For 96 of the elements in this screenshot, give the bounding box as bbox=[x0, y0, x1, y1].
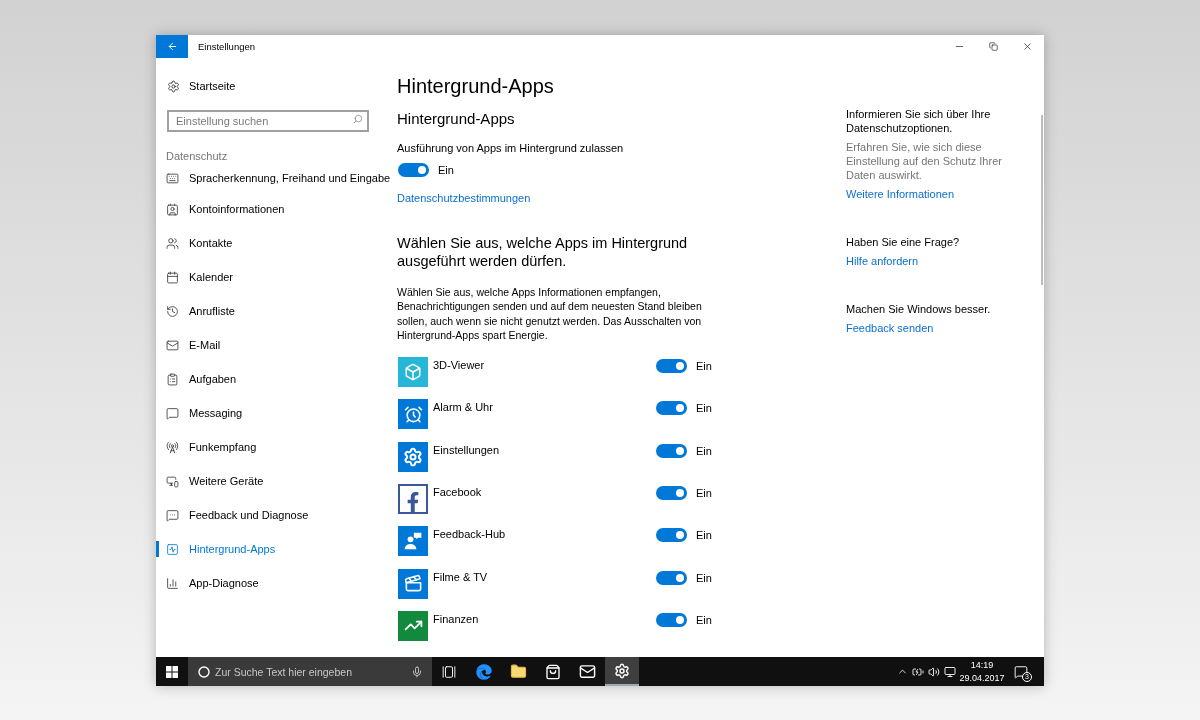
toggle-switch[interactable] bbox=[398, 163, 429, 177]
sidebar-item[interactable]: Kalender bbox=[166, 268, 234, 286]
f-logo-icon bbox=[398, 484, 428, 515]
info-heading: Haben Sie eine Frage? bbox=[846, 235, 960, 249]
sidebar-item[interactable]: E-Mail bbox=[166, 336, 221, 354]
person-speech-icon bbox=[398, 526, 428, 557]
sidebar-item[interactable]: App-Diagnose bbox=[166, 574, 259, 592]
browser-e-icon bbox=[475, 663, 492, 680]
toggle-state-label: Ein bbox=[696, 359, 712, 374]
toggle-switch[interactable] bbox=[656, 401, 687, 416]
app-name: 3D-Viewer bbox=[433, 358, 486, 373]
sidebar-item[interactable]: Spracherkennung, Freihand und Eingabe bbox=[166, 170, 391, 187]
description-text: Wählen Sie aus, welche Apps Informationen empfangen, Benachrichtigungen senden und auf dem neuesten Stand bleiben sollen, auch wenn sie nicht genutzt werden. Das Ausschalten von Hintergrund-Apps spart Energie. bbox=[397, 285, 703, 343]
sidebar-item[interactable]: Messaging bbox=[166, 404, 243, 422]
info-link[interactable]: Feedback senden bbox=[846, 321, 934, 335]
toggle-state-label: Ein bbox=[696, 570, 712, 585]
clock-time[interactable]: 14:19 bbox=[970, 658, 994, 672]
info-link[interactable]: Hilfe anfordern bbox=[846, 254, 919, 268]
scrollbar-thumb[interactable] bbox=[1041, 115, 1043, 285]
toggle-switch[interactable] bbox=[656, 443, 687, 458]
search-icon bbox=[353, 114, 363, 124]
shopping-bag-icon bbox=[544, 663, 561, 680]
home-link[interactable]: Startseite bbox=[167, 77, 236, 95]
ring-icon bbox=[198, 665, 210, 678]
sidebar-item[interactable]: Anrufliste bbox=[166, 302, 235, 320]
battery-icon bbox=[912, 665, 924, 678]
info-heading: Informieren Sie sich über Ihre Datenschutzoptionen. bbox=[846, 107, 992, 135]
microphone-icon bbox=[411, 665, 423, 678]
info-heading: Machen Sie Windows besser. bbox=[846, 302, 991, 316]
speech-bubble-icon bbox=[166, 508, 179, 522]
alarm-clock-icon bbox=[398, 399, 428, 430]
bar-chart-icon bbox=[166, 576, 179, 590]
keyboard-icon bbox=[166, 172, 179, 185]
toggle-state-label: Ein bbox=[696, 486, 712, 501]
settings-icon bbox=[167, 79, 180, 93]
toggle-switch[interactable] bbox=[656, 612, 687, 627]
sidebar-item[interactable]: Weitere Geräte bbox=[166, 472, 264, 490]
people-icon bbox=[166, 236, 179, 250]
radio-tower-icon bbox=[166, 440, 179, 454]
section-heading: Wählen Sie aus, welche Apps im Hintergrund ausgeführt werden dürfen. bbox=[397, 234, 689, 270]
mail-icon bbox=[578, 663, 596, 680]
clipboard-icon bbox=[166, 372, 179, 386]
clock-date[interactable]: 29.04.2017 bbox=[959, 671, 1005, 685]
devices-icon bbox=[166, 474, 179, 488]
toggle-state-label: Ein bbox=[696, 443, 712, 458]
app-name: Finanzen bbox=[433, 611, 480, 626]
monitor-icon bbox=[944, 665, 956, 678]
folder-icon bbox=[509, 663, 527, 680]
selection-indicator bbox=[156, 541, 159, 557]
calendar-icon bbox=[166, 270, 179, 284]
mail-icon bbox=[166, 338, 179, 352]
chart-icon bbox=[398, 610, 428, 641]
toggle-switch[interactable] bbox=[656, 486, 687, 501]
toggle-state-label: Ein bbox=[438, 163, 454, 177]
app-name: Feedback-Hub bbox=[433, 527, 507, 542]
toggle-state-label: Ein bbox=[696, 401, 712, 416]
back-arrow-icon bbox=[166, 41, 178, 52]
close-icon bbox=[1021, 41, 1033, 52]
toggle-switch[interactable] bbox=[656, 570, 687, 585]
settings-icon bbox=[613, 662, 630, 679]
speaker-icon bbox=[928, 665, 940, 678]
app-name: Alarm & Uhr bbox=[433, 400, 494, 415]
gear-icon bbox=[398, 441, 428, 472]
app-name: Filme & TV bbox=[433, 569, 489, 584]
windows-logo-icon bbox=[166, 665, 178, 678]
privacy-link[interactable]: Datenschutzbestimmungen bbox=[397, 191, 531, 205]
restore-icon bbox=[988, 42, 998, 51]
toggle-state-label: Ein bbox=[696, 528, 712, 543]
info-text: Erfahren Sie, wie sich diese Einstellung auf den Schutz Ihrer Daten auswirkt. bbox=[846, 140, 1003, 182]
sidebar-item[interactable]: Funkempfang bbox=[166, 438, 257, 456]
page-title: Hintergrund-Apps bbox=[397, 74, 554, 98]
sidebar-item[interactable]: Kontakte bbox=[166, 234, 233, 252]
cube-icon bbox=[398, 357, 428, 388]
toggle-label: Ausführung von Apps im Hintergrund zulassen bbox=[397, 141, 624, 155]
sidebar-item[interactable]: Hintergrund-Apps bbox=[166, 540, 276, 558]
clapperboard-icon bbox=[398, 568, 428, 599]
toggle-switch[interactable] bbox=[656, 359, 687, 374]
section-title: Hintergrund-Apps bbox=[397, 110, 515, 128]
contact-card-icon bbox=[166, 202, 179, 216]
chat-bubble-icon bbox=[166, 406, 179, 420]
toggle-switch[interactable] bbox=[656, 528, 687, 543]
activity-chart-icon bbox=[166, 542, 179, 556]
history-icon bbox=[166, 304, 179, 318]
info-link[interactable]: Weitere Informationen bbox=[846, 187, 955, 201]
sidebar-item[interactable]: Feedback und Diagnose bbox=[166, 506, 309, 524]
task-view-icon bbox=[442, 664, 457, 679]
window-title: Einstellungen bbox=[198, 40, 256, 55]
app-name: Facebook bbox=[433, 485, 483, 500]
section-label: Datenschutz bbox=[166, 149, 228, 163]
taskbar-search-field[interactable]: Zur Suche Text hier eingeben bbox=[188, 657, 432, 686]
sidebar-item[interactable]: Kontoinformationen bbox=[166, 200, 285, 218]
search-field[interactable]: Einstellung suchen bbox=[167, 110, 369, 132]
toggle-state-label: Ein bbox=[696, 612, 712, 627]
taskbar-app-button[interactable] bbox=[604, 657, 639, 686]
app-name: Einstellungen bbox=[433, 442, 501, 457]
sidebar-item[interactable]: Aufgaben bbox=[166, 370, 237, 388]
